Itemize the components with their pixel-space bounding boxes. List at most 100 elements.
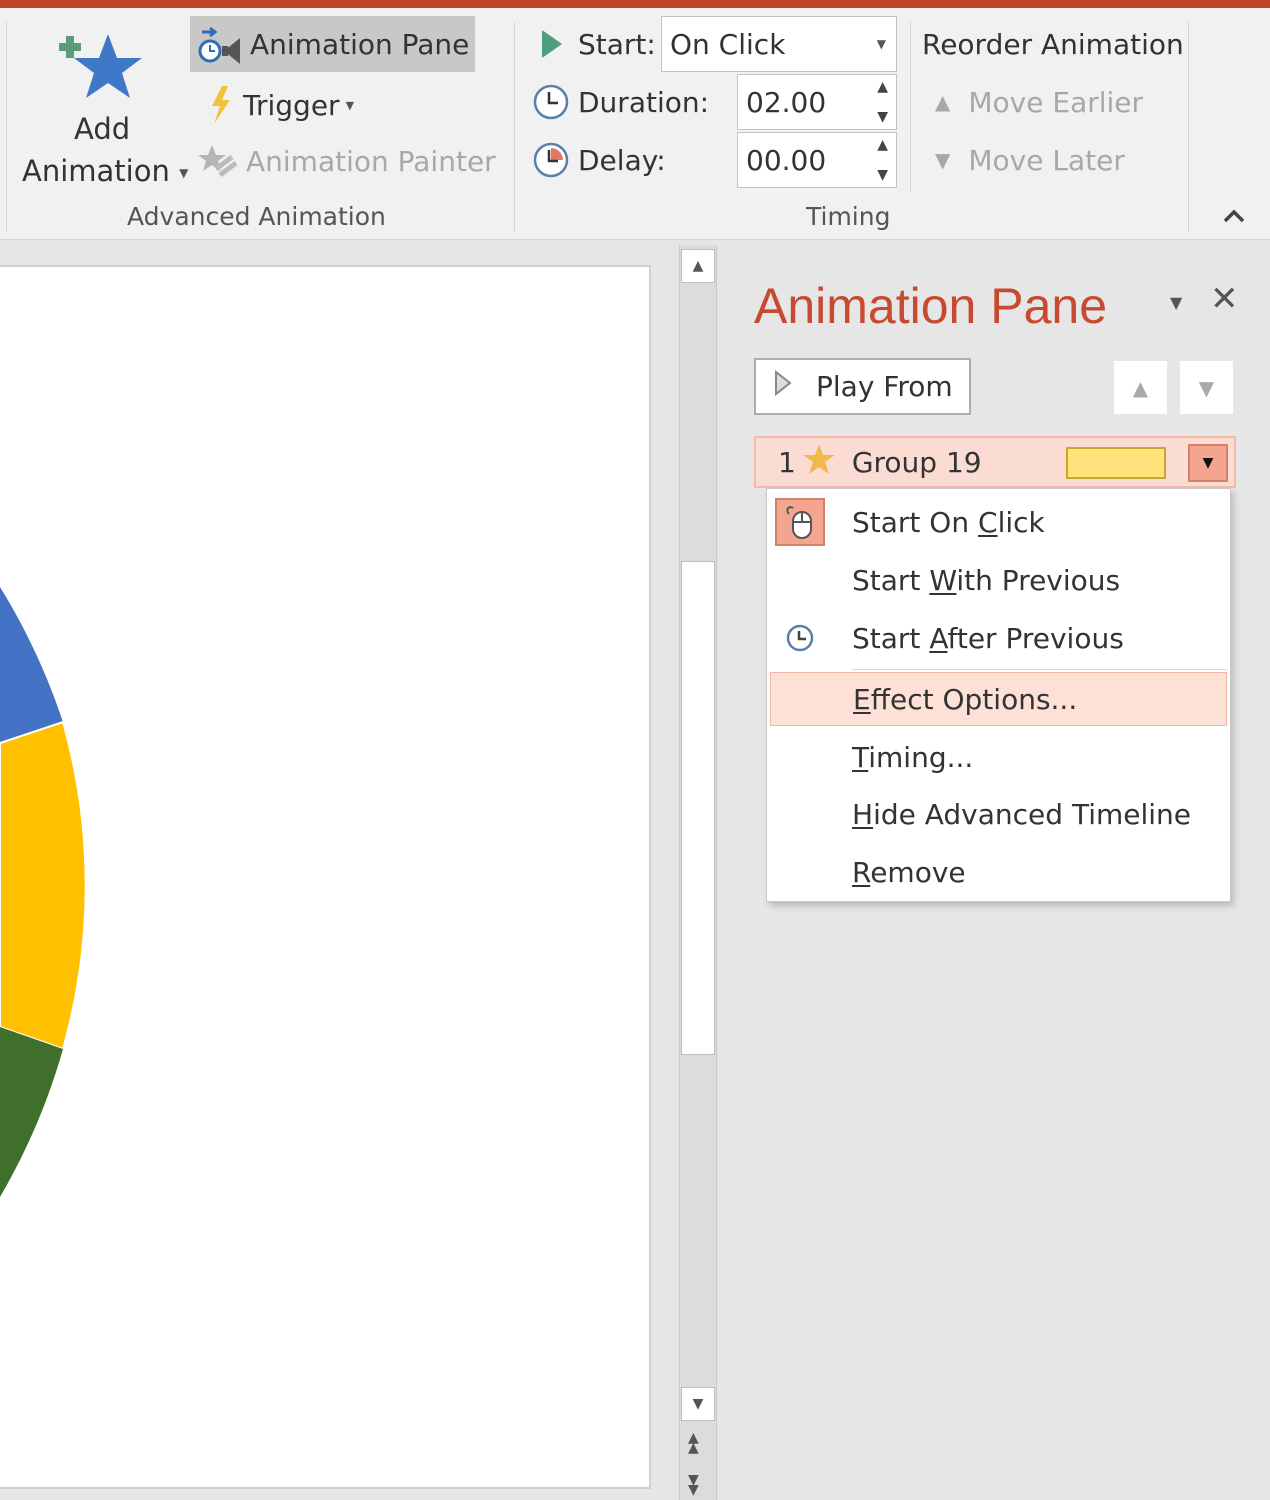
menu-item-effect-options[interactable]: Effect Options... — [770, 672, 1227, 726]
menu-item-label: Timing... — [852, 741, 973, 774]
triangle-down-icon: ▼ — [935, 148, 951, 172]
slide-editor-area — [0, 241, 720, 1500]
duration-spin-arrows: ▲ ▼ — [877, 79, 888, 125]
star-effect-icon — [802, 443, 836, 482]
pane-title: Animation Pane — [754, 278, 1108, 334]
label-text: ffect Options... — [870, 682, 1078, 716]
label-text: Start — [852, 621, 930, 655]
animation-timeline-bar[interactable] — [1066, 447, 1166, 479]
reorder-animation-title: Reorder Animation — [922, 27, 1184, 61]
duration-label-row: Duration: — [532, 78, 709, 126]
move-down-button[interactable]: ▼ — [1180, 361, 1233, 414]
pane-options-dropdown[interactable]: ▼ — [1170, 293, 1182, 312]
pie-slice-blue — [0, 587, 63, 743]
chevron-down-icon: ▼ — [1202, 455, 1214, 471]
start-dropdown[interactable]: On Click ▼ — [661, 16, 897, 72]
add-animation-button[interactable]: Add Animation ▼ — [18, 22, 188, 192]
menu-separator — [852, 669, 1227, 670]
pie-slice-yellow — [0, 720, 87, 1051]
move-earlier-button[interactable]: ▲ Move Earlier — [935, 78, 1143, 126]
menu-item-timing[interactable]: Timing... — [767, 730, 1230, 784]
pie-slice-green — [0, 1027, 63, 1197]
play-icon — [774, 369, 792, 403]
menu-item-label: Start On Click — [852, 506, 1045, 539]
delay-spin-arrows: ▲ ▼ — [877, 137, 888, 183]
menu-item-label: Hide Advanced Timeline — [852, 798, 1191, 831]
delay-label-row: Delay: — [532, 136, 666, 184]
spin-up-icon[interactable]: ▲ — [877, 79, 888, 95]
label-text: fter Previous — [947, 621, 1124, 655]
menu-item-start-on-click[interactable]: Start On Click — [767, 495, 1230, 549]
accelerator-key: C — [978, 505, 998, 539]
accelerator-key: W — [929, 563, 957, 597]
next-slide-button[interactable]: ▼ ▼ — [688, 1473, 699, 1497]
chevron-down-icon: ▼ — [345, 98, 355, 112]
collapse-ribbon-icon[interactable] — [1222, 208, 1246, 228]
animation-pane-label: Animation Pane — [250, 27, 470, 61]
menu-item-label: Start With Previous — [852, 564, 1120, 597]
title-bar-accent — [0, 0, 1270, 8]
play-from-label: Play From — [816, 370, 953, 403]
close-icon[interactable]: ✕ — [1210, 279, 1239, 319]
trigger-button[interactable]: Trigger ▼ — [205, 80, 354, 130]
animation-list-item[interactable]: 1 Group 19 ▼ — [754, 436, 1236, 488]
triangle-up-icon: ▲ — [935, 90, 951, 114]
delay-spinner[interactable]: 00.00 ▲ ▼ — [737, 132, 897, 188]
accelerator-key: H — [852, 797, 874, 831]
move-up-button[interactable]: ▲ — [1114, 361, 1167, 414]
spin-up-icon[interactable]: ▲ — [877, 137, 888, 153]
scroll-down-button[interactable]: ▼ — [681, 1387, 715, 1421]
animation-pane-button[interactable]: Animation Pane — [190, 16, 475, 72]
start-label-row: Start: — [540, 20, 656, 68]
animation-item-name: Group 19 — [851, 445, 982, 479]
add-animation-label-1: Add — [74, 112, 131, 146]
menu-item-remove[interactable]: Remove — [767, 845, 1230, 899]
move-earlier-label: Move Earlier — [968, 85, 1144, 119]
menu-item-label: Start After Previous — [852, 622, 1124, 655]
label-text: ide Advanced Timeline — [873, 797, 1192, 831]
spin-down-icon[interactable]: ▼ — [877, 167, 888, 183]
pie-chart-shape[interactable] — [0, 587, 120, 1287]
spin-down-icon[interactable]: ▼ — [877, 109, 888, 125]
add-animation-label-row: Animation ▼ — [22, 154, 188, 188]
animation-pane-icon — [196, 24, 242, 64]
start-value: On Click — [670, 27, 786, 61]
label-text: ith Previous — [956, 563, 1121, 597]
menu-item-hide-advanced-timeline[interactable]: Hide Advanced Timeline — [767, 787, 1230, 841]
menu-item-label: Effect Options... — [853, 683, 1077, 716]
animation-painter-label: Animation Painter — [246, 144, 496, 178]
trigger-label: Trigger — [243, 88, 340, 122]
label-text: iming... — [868, 740, 974, 774]
animation-item-dropdown-button[interactable]: ▼ — [1188, 444, 1228, 482]
triangle-up-icon: ▲ — [1132, 375, 1149, 400]
accelerator-key: R — [852, 855, 871, 889]
accelerator-key: E — [853, 682, 871, 716]
delay-label: Delay: — [578, 143, 666, 177]
triangle-up-icon: ▲ — [692, 258, 704, 274]
triangle-down-icon: ▼ — [1198, 375, 1215, 400]
label-text: Start On — [852, 505, 978, 539]
add-animation-star-icon — [59, 34, 142, 98]
duration-label: Duration: — [578, 85, 710, 119]
timing-group-label: Timing — [806, 202, 891, 231]
add-animation-label-2: Animation — [22, 154, 170, 188]
vertical-scrollbar[interactable]: ▲ ▼ ▲ ▲ ▼ ▼ — [679, 245, 717, 1500]
play-from-button[interactable]: Play From — [754, 358, 971, 415]
label-text: emove — [870, 855, 966, 889]
move-later-button[interactable]: ▼ Move Later — [935, 136, 1125, 184]
animation-painter-button[interactable]: Animation Painter — [198, 136, 496, 186]
duration-value: 02.00 — [746, 85, 827, 119]
label-text: lick — [997, 505, 1045, 539]
clock-icon — [532, 83, 570, 121]
chevron-down-icon: ▼ — [876, 37, 886, 51]
accelerator-key: A — [929, 621, 948, 655]
label-text: Start — [852, 563, 930, 597]
menu-item-start-after-previous[interactable]: Start After Previous — [767, 611, 1230, 665]
slide-canvas[interactable] — [0, 265, 651, 1489]
menu-item-start-with-previous[interactable]: Start With Previous — [767, 553, 1230, 607]
previous-slide-button[interactable]: ▲ ▲ — [688, 1431, 699, 1455]
clock-icon — [775, 614, 825, 662]
scrollbar-thumb[interactable] — [681, 561, 715, 1055]
scroll-up-button[interactable]: ▲ — [681, 249, 715, 283]
duration-spinner[interactable]: 02.00 ▲ ▼ — [737, 74, 897, 130]
